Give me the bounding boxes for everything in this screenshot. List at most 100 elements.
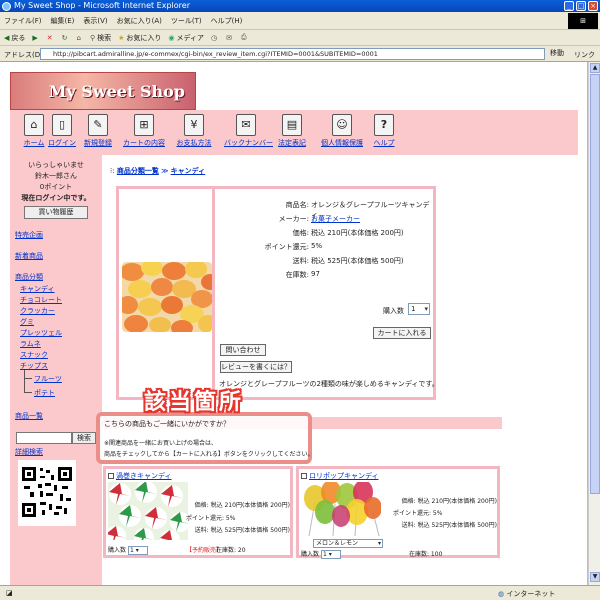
history-browser-button[interactable]: ◷ (211, 34, 219, 42)
stop-icon: ✕ (46, 33, 53, 42)
magazine-icon: ✉ (236, 114, 256, 136)
nav-privacy-label: 個人情報保護 (321, 139, 363, 147)
related-item-checkbox[interactable] (301, 473, 307, 479)
minimize-button[interactable]: _ (564, 1, 574, 11)
menu-view[interactable]: 表示(V) (83, 16, 107, 26)
forward-arrow-icon: ▶ (32, 33, 38, 42)
media-button[interactable]: ◉ メディア (168, 33, 204, 43)
category-gummy[interactable]: グミ (20, 317, 34, 327)
home-browser-icon: ⌂ (76, 33, 81, 42)
sidebar-link-sale[interactable]: 特売企画 (15, 230, 43, 240)
product-price-label: 価格: (292, 229, 309, 237)
category-chocolate[interactable]: チョコレート (20, 295, 62, 305)
sidebar-search-input[interactable] (16, 432, 72, 444)
product-points-label: ポイント還元: (264, 243, 309, 251)
favorites-button[interactable]: ★ お気に入り (118, 33, 161, 43)
refresh-button[interactable]: ↻ (62, 34, 70, 42)
advanced-search-link[interactable]: 詳細検索 (15, 447, 43, 457)
sidebar-link-new[interactable]: 新着商品 (15, 251, 43, 261)
scrollbar-thumb[interactable] (590, 74, 600, 494)
mail-icon: ✉ (226, 33, 233, 42)
subcategory-fruit[interactable]: フルーツ (34, 374, 62, 384)
subcategory-potato[interactable]: ポテト (34, 388, 55, 398)
nav-cart[interactable]: ⊞ カートの内容 (122, 114, 166, 148)
related-item-variant-select[interactable]: メロン＆レモン ▾ (313, 539, 383, 548)
sidebar-link-product-list[interactable]: 商品一覧 (15, 411, 43, 421)
product-stock-label: 在庫数: (285, 271, 309, 279)
product-image[interactable] (122, 262, 212, 332)
breadcrumb-current[interactable]: キャンディ (171, 167, 206, 175)
scroll-down-arrow-icon[interactable]: ▼ (590, 572, 600, 582)
page-done-icon: ◪ (6, 589, 13, 597)
chevron-down-icon: ▾ (424, 305, 428, 313)
category-candy[interactable]: キャンディ (20, 284, 55, 294)
product-name-label: 商品名: (285, 201, 309, 209)
nav-backnumber[interactable]: ✉ バックナンバー (224, 114, 273, 148)
close-button[interactable]: × (588, 1, 598, 11)
nav-privacy[interactable]: ☺ 個人情報保護 (320, 114, 364, 148)
related-item-qty-select[interactable]: 1 ▾ (127, 546, 148, 555)
related-item-title[interactable]: 渦巻きキャンディ (108, 471, 172, 481)
search-button[interactable]: ⚲ 検索 (90, 33, 111, 43)
menu-file[interactable]: ファイル(F) (4, 16, 42, 26)
breadcrumb-separator: ≫ (161, 167, 169, 175)
sidebar-link-categories[interactable]: 商品分類 (15, 272, 43, 282)
inquiry-button[interactable]: 問い合わせ (220, 344, 266, 356)
scroll-up-arrow-icon[interactable]: ▲ (590, 63, 600, 73)
related-item-checkbox[interactable] (108, 473, 114, 479)
product-image-cell (119, 189, 215, 397)
purchase-history-button[interactable]: 買い物履歴 (24, 206, 88, 219)
login-status: 現在ログイン中です。 (21, 194, 91, 202)
cross-sell-note: 商品をチェックしてから【カートに入れる】ボタンをクリックしてください。 (104, 451, 314, 458)
nav-register[interactable]: ✎ 新規登録 (76, 114, 120, 148)
category-ramune[interactable]: ラムネ (20, 339, 41, 349)
shop-logo[interactable]: My Sweet Shop (10, 72, 196, 110)
related-item-qty-select[interactable]: 1 ▾ (320, 550, 341, 559)
category-snack[interactable]: スナック (20, 350, 48, 360)
links-button[interactable]: リンク (574, 50, 595, 60)
nav-legal[interactable]: ▤ 法定表記 (270, 114, 314, 148)
chevron-down-icon: ▾ (377, 540, 381, 547)
address-label: アドレス(D) (4, 51, 43, 59)
welcome-greeting: いらっしゃいませ (28, 161, 84, 169)
go-button[interactable]: 移動 (550, 48, 564, 58)
refresh-icon: ↻ (61, 33, 68, 42)
callout-label: 該当箇所 (144, 390, 245, 415)
related-item-title[interactable]: ロリポップキャンディ (301, 471, 379, 481)
address-input[interactable]: http://pibcart.admiralline.jp/e-commex/c… (40, 48, 545, 60)
tree-branch (24, 378, 32, 379)
product-maker-link[interactable]: お菓子メーカー (311, 214, 360, 224)
menu-favorites[interactable]: お気に入り(A) (117, 16, 162, 26)
product-description: オレンジとグレープフルーツの2種類の味が楽しめるキャンディです。 (219, 380, 439, 388)
product-points: 5% (311, 242, 323, 250)
breadcrumb-root[interactable]: 商品分類一覧 (117, 167, 159, 175)
forward-button[interactable]: ▶ (32, 34, 39, 42)
nav-help[interactable]: ? ヘルプ (362, 114, 406, 148)
nav-payment[interactable]: ¥ お支払方法 (172, 114, 216, 148)
vertical-scrollbar[interactable]: ▲ ▼ (588, 62, 600, 585)
related-item-points: ポイント還元: 5% (186, 515, 236, 522)
menu-tools[interactable]: ツール(T) (171, 16, 202, 26)
stop-button[interactable]: ✕ (47, 34, 55, 42)
related-item-card: ロリポップキャンディ 価格: 税込 210円(本体価格 200円) ポイント還元… (296, 466, 500, 559)
home-button[interactable]: ⌂ (77, 34, 83, 42)
menu-bar: ファイル(F) 編集(E) 表示(V) お気に入り(A) ツール(T) ヘルプ(… (0, 12, 600, 30)
quantity-select[interactable]: 1 ▾ (408, 303, 430, 315)
sidebar-search-button[interactable]: 検索 (72, 432, 96, 444)
menu-edit[interactable]: 編集(E) (51, 16, 75, 26)
related-item-qty-row: 購入数 1 ▾ (108, 545, 148, 555)
mail-button[interactable]: ✉ (226, 34, 234, 42)
category-crackers[interactable]: クラッカー (20, 306, 55, 316)
category-pretzel[interactable]: プレッツェル (20, 328, 62, 338)
related-item-image[interactable] (301, 482, 381, 536)
print-button[interactable]: ⎙ (241, 33, 249, 42)
login-icon: ▯ (52, 114, 72, 136)
back-button[interactable]: ◀ 戻る (4, 33, 25, 43)
write-review-button[interactable]: レビューを書くには？ (220, 361, 292, 373)
nav-payment-label: お支払方法 (176, 139, 212, 147)
related-item-shipping: 送料: 税込 525円(本体価格 500円) (401, 522, 497, 529)
add-to-cart-button[interactable]: カートに入れる (373, 327, 431, 339)
menu-help[interactable]: ヘルプ(H) (211, 16, 243, 26)
document-icon: ▤ (282, 114, 302, 136)
maximize-button[interactable]: □ (576, 1, 586, 11)
